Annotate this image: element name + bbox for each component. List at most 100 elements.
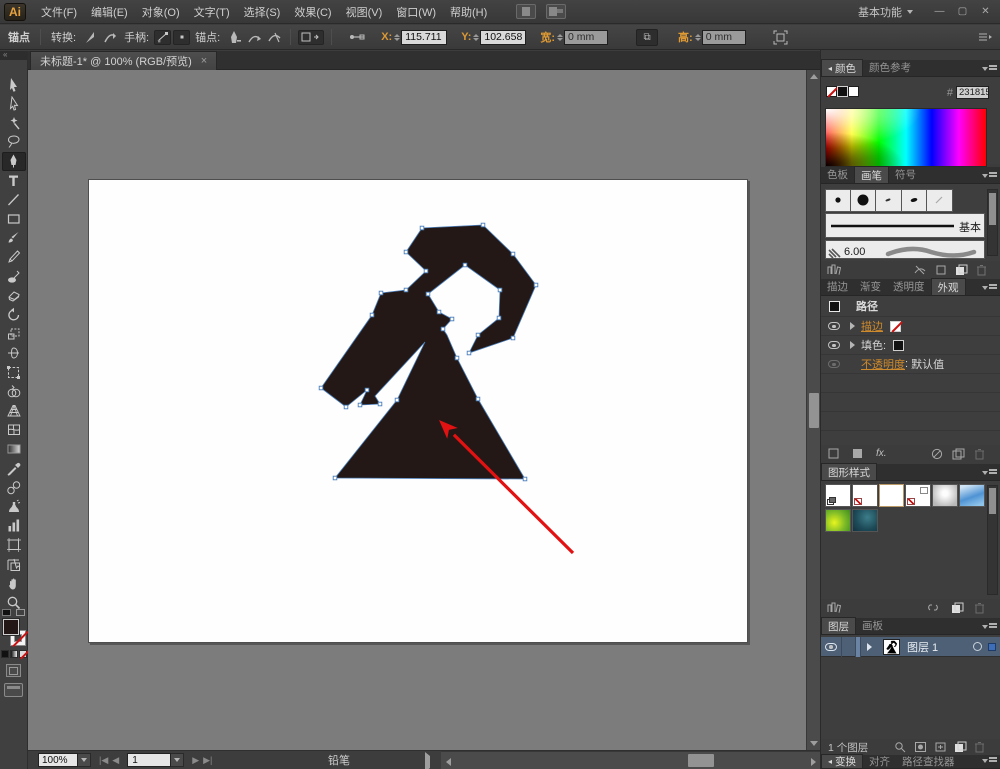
visibility-eye-icon[interactable]: [828, 322, 840, 330]
layer-selection-indicator[interactable]: [988, 643, 996, 651]
zoom-dropdown-icon[interactable]: [78, 753, 91, 767]
default-fill-stroke-icon[interactable]: [2, 609, 11, 616]
scroll-left-icon[interactable]: [443, 755, 453, 768]
anchor-point[interactable]: [437, 310, 441, 314]
anchor-point[interactable]: [404, 288, 408, 292]
anchor-point[interactable]: [358, 403, 362, 407]
brushes-panel-menu-icon[interactable]: [982, 172, 997, 179]
clear-appearance-icon[interactable]: [931, 448, 943, 460]
height-stepper[interactable]: [695, 34, 701, 41]
black-color-swatch[interactable]: [837, 86, 848, 97]
anchor-point[interactable]: [333, 476, 337, 480]
tab-gradient[interactable]: 渐变: [854, 278, 887, 295]
artboard-number-input[interactable]: 1: [127, 753, 171, 767]
connect-path-icon[interactable]: [245, 29, 263, 45]
vertical-scroll-thumb[interactable]: [809, 393, 819, 428]
layer-target-icon[interactable]: [973, 642, 982, 651]
artboard[interactable]: [88, 179, 748, 643]
tool-rectangle[interactable]: [2, 209, 26, 228]
new-style-icon[interactable]: [951, 602, 964, 614]
appearance-fill-row[interactable]: 填色:: [821, 336, 1000, 355]
horizontal-scrollbar[interactable]: [441, 751, 820, 769]
graphic-style-none-style[interactable]: [852, 484, 878, 507]
tab-transform[interactable]: ◂变换: [821, 754, 863, 768]
close-button[interactable]: ✕: [977, 5, 994, 18]
tab-pathfinder[interactable]: 路径查找器: [896, 754, 961, 768]
appearance-opacity-row[interactable]: 不透明度 : 默认值: [821, 355, 1000, 374]
tool-lasso[interactable]: [2, 133, 26, 152]
basic-brush-item[interactable]: 基本: [825, 213, 985, 238]
horizontal-scroll-thumb[interactable]: [688, 754, 714, 767]
anchor-point[interactable]: [370, 313, 374, 317]
remove-brush-stroke-icon[interactable]: [913, 264, 927, 276]
menu-item-4[interactable]: 选择(S): [237, 0, 288, 24]
screen-mode-button[interactable]: [4, 683, 23, 697]
anchor-point[interactable]: [441, 327, 445, 331]
graphic-style-gray-gradient[interactable]: [932, 484, 958, 507]
menu-item-6[interactable]: 视图(V): [339, 0, 390, 24]
graphic-styles-menu-icon[interactable]: [982, 469, 997, 476]
tool-pencil[interactable]: [2, 248, 26, 267]
layers-panel-menu-icon[interactable]: [982, 623, 997, 630]
document-layout-icon[interactable]: [546, 4, 566, 19]
make-mask-icon[interactable]: [914, 741, 927, 753]
tool-symbol-sprayer[interactable]: [2, 497, 26, 516]
tool-eyedropper[interactable]: [2, 459, 26, 478]
break-link-icon[interactable]: [927, 602, 941, 614]
tool-free-transform[interactable]: [2, 363, 26, 382]
next-artboard-icon[interactable]: ▶: [192, 755, 199, 766]
workspace-switcher[interactable]: 基本功能: [858, 4, 913, 20]
brush-item[interactable]: [851, 189, 877, 212]
appearance-panel-menu-icon[interactable]: [982, 284, 997, 291]
tool-rotate[interactable]: [2, 305, 26, 324]
x-input[interactable]: 115.711: [401, 30, 447, 45]
tab-close-icon[interactable]: ×: [201, 55, 207, 67]
brush-item[interactable]: [825, 189, 851, 212]
menu-item-7[interactable]: 窗口(W): [389, 0, 443, 24]
locate-object-icon[interactable]: [894, 741, 907, 753]
graphic-style-white[interactable]: [879, 484, 905, 507]
tool-gradient[interactable]: [2, 440, 26, 459]
tab-symbols[interactable]: 符号: [889, 166, 922, 183]
new-layer-icon[interactable]: [954, 741, 967, 753]
add-effect-icon[interactable]: fx.: [876, 448, 887, 459]
y-input[interactable]: 102.658: [480, 30, 526, 45]
anchor-point[interactable]: [395, 398, 399, 402]
tab-color[interactable]: ◂颜色: [821, 59, 863, 76]
art-brush-item[interactable]: 6.00: [825, 240, 985, 259]
graphic-style-teal-texture[interactable]: [852, 509, 878, 532]
tool-paintbrush[interactable]: [2, 229, 26, 248]
delete-brush-icon[interactable]: [976, 264, 987, 276]
scroll-down-icon[interactable]: [807, 737, 821, 750]
anchor-point[interactable]: [481, 223, 485, 227]
appearance-stroke-row[interactable]: 描边: [821, 317, 1000, 336]
control-panel-menu-icon[interactable]: [976, 29, 994, 45]
graphic-styles-scrollbar[interactable]: [987, 485, 998, 595]
y-stepper[interactable]: [473, 34, 479, 41]
artboard-dropdown-icon[interactable]: [171, 753, 184, 767]
anchor-point[interactable]: [467, 351, 471, 355]
anchor-point[interactable]: [498, 288, 502, 292]
toolbar-collapse-icon[interactable]: «: [0, 51, 27, 60]
tool-slice[interactable]: [2, 555, 26, 574]
style-libraries-icon[interactable]: [827, 602, 841, 614]
anchor-point[interactable]: [365, 388, 369, 392]
graphic-style-green-swirl[interactable]: [825, 509, 851, 532]
new-fill-icon[interactable]: [852, 448, 864, 459]
zoom-level-input[interactable]: 100%: [38, 753, 78, 767]
brush-item[interactable]: [927, 189, 953, 212]
tool-perspective-grid[interactable]: [2, 401, 26, 420]
tool-pen[interactable]: [2, 152, 26, 171]
tab-transparency[interactable]: 透明度: [887, 278, 931, 295]
anchor-point[interactable]: [424, 269, 428, 273]
layer-lock-cell[interactable]: [842, 637, 856, 657]
menu-item-1[interactable]: 编辑(E): [84, 0, 135, 24]
brush-libraries-icon[interactable]: [827, 264, 841, 276]
anchor-point[interactable]: [379, 291, 383, 295]
canvas-pasteboard[interactable]: [28, 70, 806, 750]
tab-stroke[interactable]: 描边: [821, 278, 854, 295]
layer-name[interactable]: 图层 1: [907, 639, 938, 655]
brush-item[interactable]: [876, 189, 902, 212]
arrange-documents-icon[interactable]: [516, 4, 536, 19]
tab-swatches[interactable]: 色板: [821, 166, 854, 183]
